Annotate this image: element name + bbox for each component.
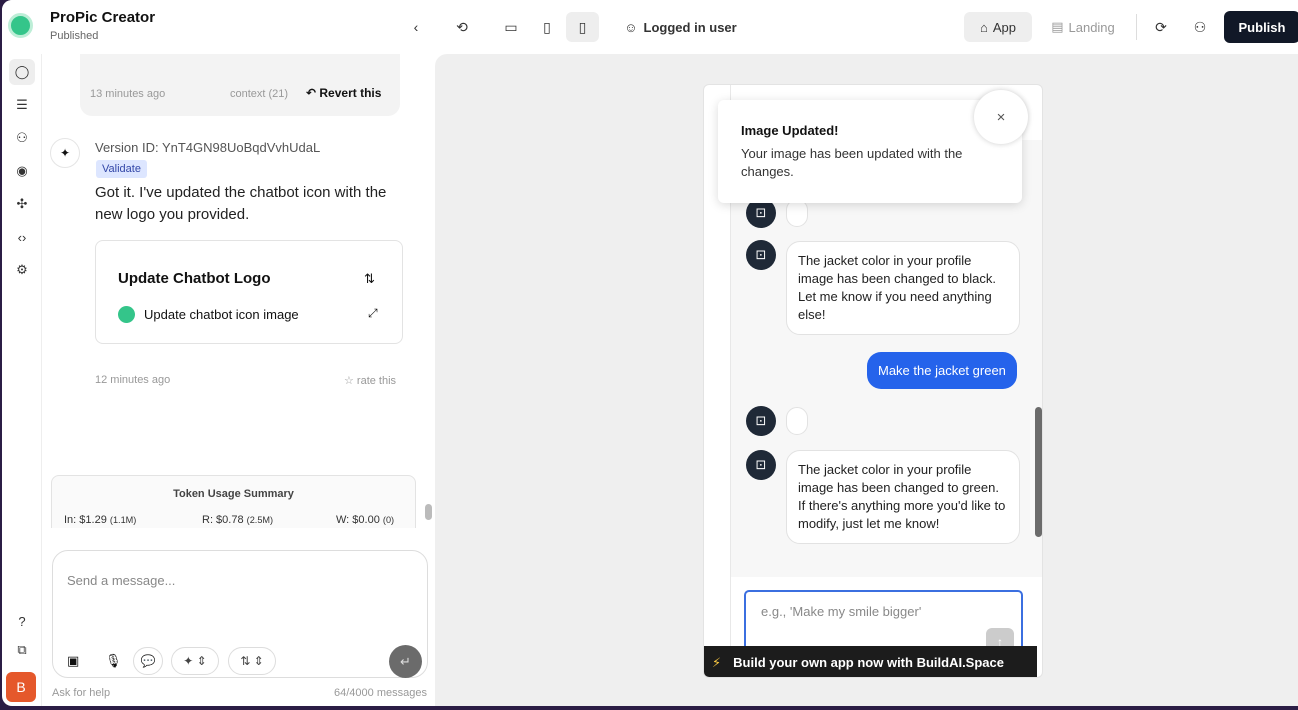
refresh-icon[interactable]: ⟳ — [1147, 12, 1175, 42]
desktop-view-icon[interactable]: ▭ — [497, 12, 525, 42]
collapse-chevron-icon[interactable]: ‹ — [404, 12, 428, 42]
send-button[interactable]: ↵ — [389, 645, 422, 678]
rate-button[interactable]: ☆ rate this — [344, 374, 396, 387]
home-icon: ⌂ — [980, 19, 988, 35]
layout-icon: ▤ — [1051, 19, 1064, 34]
toast-close-icon[interactable]: × — [974, 90, 1028, 144]
preview-scrollbar[interactable] — [1035, 407, 1042, 537]
expand-icon[interactable]: ⤢ — [368, 306, 378, 321]
top-header: ProPic Creator Published ‹ ⟲ ▭ ▯ ▯ ☺ Logg… — [2, 0, 1298, 54]
tab-landing[interactable]: ▤ Landing — [1042, 12, 1124, 42]
publish-button[interactable]: Publish — [1224, 11, 1298, 43]
chat-icon[interactable]: ◯ — [9, 59, 35, 85]
users-icon[interactable]: ⚇ — [9, 125, 35, 151]
image-upload-icon[interactable]: ▣ — [67, 653, 79, 669]
app-name: ProPic Creator — [50, 9, 156, 26]
bot-avatar: ⊡ — [746, 240, 776, 270]
user-message: Make the jacket green — [867, 352, 1017, 389]
bot-message: The jacket color in your profile image h… — [786, 450, 1020, 544]
chat-mode-button[interactable]: 💬 — [133, 647, 163, 675]
token-summary: Token Usage Summary In: $1.29 (1.1M) R: … — [51, 475, 416, 535]
tablet-view-icon[interactable]: ▯ — [533, 12, 561, 42]
app-logo — [8, 13, 33, 38]
empty-bubble — [786, 407, 808, 435]
empty-bubble — [786, 199, 808, 227]
settings-icon[interactable]: ⚙ — [9, 257, 35, 283]
bot-message: The jacket color in your profile image h… — [786, 241, 1020, 335]
user-icon: ☺ — [624, 19, 638, 35]
action-card[interactable]: Update Chatbot Logo ⇅ Update chatbot ico… — [95, 240, 403, 344]
branch-select[interactable]: ⇅ ⇕ — [228, 647, 276, 675]
feedback-icon[interactable]: ⧉ — [9, 637, 35, 663]
version-id: Version ID: YnT4GN98UoBqdVvhUdaL — [95, 140, 321, 155]
sparkle-icon: ✦ — [50, 138, 80, 168]
puzzle-icon[interactable]: ✣ — [9, 191, 35, 217]
chat-panel: 13 minutes ago context (21) ↶ Revert thi… — [42, 54, 435, 706]
card-item-icon — [118, 306, 135, 323]
ai-mode-select[interactable]: ✦ ⇕ — [171, 647, 219, 675]
lightning-icon: ⚡ — [712, 654, 722, 670]
token-in: In: $1.29 (1.1M) — [64, 514, 137, 526]
bot-avatar: ⊡ — [746, 406, 776, 436]
database-icon[interactable]: ☰ — [9, 92, 35, 118]
palette-icon[interactable]: ◉ — [9, 158, 35, 184]
buildai-banner[interactable]: ⚡ Build your own app now with BuildAI.Spa… — [704, 646, 1037, 677]
user-avatar[interactable]: B — [6, 672, 36, 702]
help-icon[interactable]: ? — [9, 608, 35, 634]
revert-button[interactable]: ↶ Revert this — [306, 86, 381, 100]
history-icon[interactable]: ⟲ — [448, 12, 476, 42]
context-link[interactable]: context (21) — [230, 88, 288, 100]
validate-badge[interactable]: Validate — [96, 160, 147, 178]
chat-scrollbar[interactable] — [425, 504, 432, 520]
user-mode-button[interactable]: ☺ Logged in user — [618, 12, 743, 42]
app-status: Published — [50, 30, 99, 42]
invite-user-icon[interactable]: ⚇ — [1186, 12, 1214, 42]
icon-rail: ◯ ☰ ⚇ ◉ ✣ ‹› ⚙ ? ⧉ B — [2, 54, 42, 706]
tab-app[interactable]: ⌂ App — [964, 12, 1032, 42]
preview-area: ⊡ ⊡ The jacket color in your profile ima… — [435, 54, 1298, 706]
mobile-view-icon[interactable]: ▯ — [566, 12, 599, 42]
assistant-message: Got it. I've updated the chatbot icon wi… — [95, 184, 387, 223]
divider — [1136, 14, 1137, 40]
token-read: R: $0.78 (2.5M) — [202, 514, 274, 526]
microphone-icon[interactable]: 🎙 — [105, 653, 122, 669]
token-write: W: $0.00 (0) — [336, 514, 395, 526]
previous-message: 13 minutes ago context (21) ↶ Revert thi… — [80, 54, 400, 116]
code-icon[interactable]: ‹› — [9, 224, 35, 250]
bot-avatar: ⊡ — [746, 450, 776, 480]
undo-icon: ↶ — [306, 86, 320, 100]
diff-icon[interactable]: ⇅ — [364, 271, 375, 287]
message-input[interactable]: Send a message... ▣ 🎙 💬 ✦ ⇕ ⇅ ⇕ ↵ — [52, 550, 428, 678]
